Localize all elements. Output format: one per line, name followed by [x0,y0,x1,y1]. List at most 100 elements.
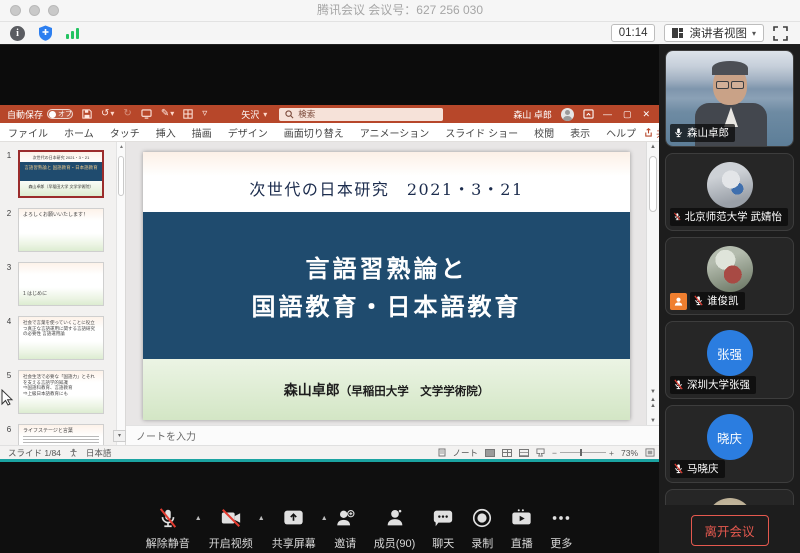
thumbnail-row[interactable]: 4 社会で言葉を使っていくことに役立つ真正な言語運用に関する言語研究の必要性 言… [0,316,126,360]
participant-video-tile[interactable]: 森山卓郎 [665,50,794,147]
tab-insert[interactable]: 挿入 [148,125,184,140]
tab-help[interactable]: ヘルプ [598,125,644,140]
tab-file[interactable]: ファイル [0,125,56,140]
mic-options-caret[interactable]: ▲ [195,515,202,522]
current-slide[interactable]: 次世代の日本研究 2021・3・21 言語習熟論と 国語教育・日本語教育 森山卓… [143,152,630,420]
slide-thumbnail-selected[interactable]: 次世代の日本研究 2021・3・21 言語習熟論と 国語教育・日本語教育 森山卓… [18,150,104,198]
ppt-maximize-button[interactable]: ▢ [623,109,632,120]
slideshow-view-icon[interactable] [536,448,545,457]
search-input[interactable]: 検索 [279,108,443,121]
close-window-button[interactable] [10,5,21,16]
tab-home[interactable]: ホーム [56,125,102,140]
meeting-toolbar: ▲ 解除静音 ▲ 开启视频 ▲ 共享屏幕 [0,462,659,553]
participant-video-tile[interactable]: 张强 深圳大学张强 [665,321,794,399]
tab-design[interactable]: デザイン [220,125,276,140]
scroll-up-icon[interactable]: ▲ [647,144,659,150]
previous-slide-button[interactable]: ▲▲ [647,397,659,409]
participant-video-tile[interactable]: 谁俊凯 [665,237,794,315]
chat-button[interactable]: 聊天 [432,506,454,553]
next-slide-button[interactable]: ▼ [647,418,659,424]
thumbnail-row[interactable]: 6 ライフステージと言葉 [0,424,126,445]
save-icon[interactable] [82,109,92,119]
meeting-info-icon[interactable]: i [10,26,25,41]
tab-transitions[interactable]: 画面切り替え [276,125,352,140]
normal-view-icon[interactable] [485,449,495,457]
live-stream-button[interactable]: 直播 [510,506,533,553]
ribbon-display-options-icon[interactable] [583,109,594,119]
customize-qat-icon[interactable]: ▿ [202,109,207,119]
participant-avatar [707,498,753,505]
pen-icon[interactable]: ✎▾ [161,109,174,119]
invite-button[interactable]: 邀请 [334,506,357,553]
thumbnail-row[interactable]: 1 次世代の日本研究 2021・3・21 言語習熟論と 国語教育・日本語教育 森… [0,150,126,198]
thumbnail-row[interactable]: 5 社会生活で必要な「国語力」とそれを支える言語学的知識 ⇒国語科教育、言語教育… [0,370,126,414]
slide-author: 森山卓郎（早稲田大学 文学学術院） [143,380,630,400]
slide-thumbnail[interactable]: 1 はじめに [18,262,104,306]
zoom-out-icon[interactable]: − [552,448,557,458]
scroll-down-icon[interactable]: ▼ [647,389,659,395]
thumbnail-scrollbar[interactable]: ▲ [116,142,125,445]
start-video-button[interactable]: ▲ 开启视频 [208,506,254,553]
accessibility-icon[interactable] [69,448,78,457]
document-name[interactable]: 矢沢▾ [241,108,267,121]
thumbnail-row[interactable]: 3 1 はじめに [0,262,126,306]
tab-view[interactable]: 表示 [562,125,598,140]
tab-review[interactable]: 校閲 [526,125,562,140]
scroll-up-icon[interactable]: ▲ [117,144,126,150]
scrollbar-thumb[interactable] [649,156,657,212]
slide-thumbnail[interactable]: 社会で言葉を使っていくことに役立つ真正な言語運用に関する言語研究の必要性 言語運… [18,316,104,360]
participant-name-label: 北京师范大学 武婧怡 [670,208,788,226]
participant-name-label: 深圳大学张强 [670,376,756,394]
zoom-in-icon[interactable]: + [609,448,614,458]
more-button[interactable]: 更多 [550,506,572,553]
fullscreen-button[interactable] [773,26,788,41]
participant-video-tile[interactable]: 北京师范大学 武婧怡 [665,153,794,231]
autosave-toggle[interactable]: 自動保存 オフ [7,108,73,121]
zoom-slider[interactable]: −+ [552,448,614,458]
participant-list: 森山卓郎 北京师范大学 武婧怡 谁俊凯 [659,45,800,505]
language-indicator[interactable]: 日本語 [86,447,112,459]
share-screen-button[interactable]: ▲ 共享屏幕 [271,506,317,553]
record-button[interactable]: 录制 [471,506,493,553]
security-shield-icon[interactable] [38,25,53,41]
slide-number: 4 [0,316,18,360]
unmute-button[interactable]: ▲ 解除静音 [145,506,191,553]
slide-thumbnail[interactable]: 社会生活で必要な「国語力」とそれを支える言語学的知識 ⇒国語科教育、言語教育 ⇒… [18,370,104,414]
table-icon[interactable] [183,109,193,119]
tab-slideshow[interactable]: スライド ショー [437,125,526,140]
zoom-window-button[interactable] [48,5,59,16]
minimize-window-button[interactable] [29,5,40,16]
redo-icon[interactable]: ↻ [123,109,131,119]
members-button[interactable]: 成员(90) [374,506,416,553]
share-options-caret[interactable]: ▲ [321,515,328,522]
fit-slide-icon[interactable] [645,448,655,457]
slide-thumbnail[interactable]: よろしくお願いいたします！ [18,208,104,252]
participant-video-tile[interactable]: 晓庆 马晓庆 [665,405,794,483]
mic-muted-icon [157,507,179,529]
undo-icon[interactable]: ↺▾ [101,109,114,119]
reading-view-icon[interactable] [519,449,529,457]
leave-meeting-button[interactable]: 离开会议 [690,515,768,546]
scrollbar-thumb[interactable] [118,156,124,196]
ppt-minimize-button[interactable]: — [603,109,612,120]
notes-toggle[interactable]: ノート [453,447,479,459]
canvas-scrollbar[interactable]: ▲ ▼ ▲▲ ▼ [646,142,659,425]
notes-collapse-icon[interactable]: ▾ [113,430,126,442]
tab-animations[interactable]: アニメーション [352,125,438,140]
zoom-level[interactable]: 73% [621,448,638,458]
view-mode-button[interactable]: 演讲者视图 ▾ [664,24,764,42]
network-signal-icon[interactable] [66,27,79,39]
participant-video-tile[interactable] [665,489,794,505]
notes-pane[interactable]: ▾ ノートを入力 [126,425,659,445]
display-icon[interactable] [141,109,152,119]
thumbnail-row[interactable]: 2 よろしくお願いいたします！ [0,208,126,252]
slide-sorter-view-icon[interactable] [502,449,512,457]
slide-thumbnail[interactable]: ライフステージと言葉 [18,424,104,445]
zoom-slider-thumb[interactable] [580,449,582,456]
tab-draw[interactable]: 描画 [184,125,220,140]
account-avatar[interactable] [561,108,574,121]
video-options-caret[interactable]: ▲ [258,515,265,522]
tab-touch[interactable]: タッチ [102,125,148,140]
ppt-close-button[interactable]: ✕ [642,109,650,120]
account-name[interactable]: 森山 卓郎 [513,108,552,121]
